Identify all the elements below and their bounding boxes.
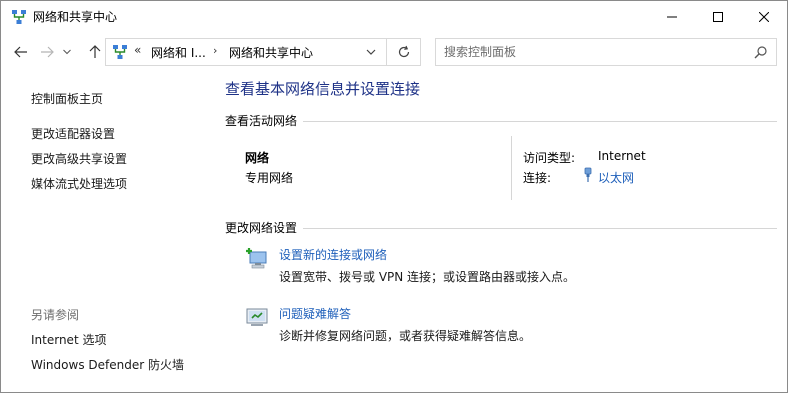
breadcrumb-separator[interactable]: › — [213, 44, 217, 57]
ethernet-connection-link[interactable]: 以太网 — [598, 169, 634, 186]
vertical-divider — [511, 136, 512, 200]
close-icon — [759, 11, 769, 22]
window-title: 网络和共享中心 — [33, 10, 118, 24]
access-type-label: 访问类型: — [523, 151, 576, 165]
search-icon[interactable] — [754, 45, 768, 62]
minimize-icon — [667, 16, 677, 17]
search-box[interactable] — [435, 38, 777, 66]
breadcrumb-current[interactable]: 网络和共享中心 — [229, 44, 313, 61]
see-also-heading: 另请参阅 — [31, 308, 80, 322]
section-divider — [303, 228, 777, 229]
setup-new-connection-link[interactable]: 设置新的连接或网络 — [279, 246, 387, 263]
network-sharing-center-window: 网络和共享中心 « 网络和 I... › 网络和共享中心 搜索控制面板 控制面板… — [0, 0, 788, 393]
maximize-icon — [713, 11, 723, 22]
tasks-sidebar: 控制面板主页 更改适配器设置 更改高级共享设置 媒体流式处理选项 另请参阅 In… — [1, 72, 211, 392]
recent-locations-button[interactable] — [57, 42, 77, 62]
control-panel-icon — [112, 44, 128, 60]
sidebar-item-advanced-sharing[interactable]: 更改高级共享设置 — [31, 150, 127, 167]
troubleshoot-desc: 诊断并修复网络问题，或者获得疑难解答信息。 — [279, 329, 532, 343]
internet-options-link[interactable]: Internet 选项 — [31, 331, 106, 348]
main-content: 查看基本网络信息并设置连接 查看活动网络 网络 专用网络 访问类型: Inter… — [221, 72, 787, 392]
network-center-icon — [11, 9, 27, 25]
sidebar-item-adapter-settings[interactable]: 更改适配器设置 — [31, 125, 115, 142]
maximize-button[interactable] — [695, 1, 741, 32]
back-button[interactable] — [11, 42, 31, 62]
access-type-value: Internet — [598, 149, 646, 163]
arrow-left-icon — [14, 46, 27, 58]
change-settings-heading: 更改网络设置 — [225, 221, 298, 235]
address-history-button[interactable] — [364, 45, 378, 59]
new-connection-icon — [245, 246, 269, 270]
connections-label: 连接: — [523, 171, 552, 185]
network-name: 网络 — [245, 151, 270, 165]
minimize-button[interactable] — [649, 1, 695, 32]
sidebar-item-media-streaming[interactable]: 媒体流式处理选项 — [31, 175, 127, 192]
title-bar: 网络和共享中心 — [1, 1, 787, 32]
breadcrumb-network-internet[interactable]: 网络和 I... — [151, 44, 206, 61]
close-button[interactable] — [741, 1, 787, 32]
address-bar[interactable]: « 网络和 I... › 网络和共享中心 — [105, 38, 387, 66]
setup-new-connection-desc: 设置宽带、拨号或 VPN 连接；或设置路由器或接入点。 — [279, 270, 576, 284]
chevron-down-icon — [366, 49, 376, 55]
troubleshoot-icon — [245, 305, 269, 329]
refresh-icon — [398, 45, 409, 58]
defender-firewall-link[interactable]: Windows Defender 防火墙 — [31, 356, 184, 373]
network-profile: 专用网络 — [245, 171, 294, 185]
arrow-up-icon — [89, 45, 101, 58]
arrow-right-icon — [41, 46, 54, 58]
search-input[interactable] — [444, 44, 744, 60]
page-title: 查看基本网络信息并设置连接 — [225, 80, 421, 98]
up-button[interactable] — [85, 42, 105, 62]
chevron-down-icon — [63, 49, 71, 55]
active-networks-heading: 查看活动网络 — [225, 114, 298, 128]
breadcrumb-overflow[interactable]: « — [134, 43, 141, 57]
navigation-bar: « 网络和 I... › 网络和共享中心 — [1, 32, 787, 72]
ethernet-icon — [583, 167, 593, 186]
troubleshoot-link[interactable]: 问题疑难解答 — [279, 305, 351, 322]
refresh-button[interactable] — [387, 38, 421, 66]
section-divider — [303, 121, 777, 122]
control-panel-home-link[interactable]: 控制面板主页 — [31, 90, 103, 107]
forward-button[interactable] — [37, 42, 57, 62]
